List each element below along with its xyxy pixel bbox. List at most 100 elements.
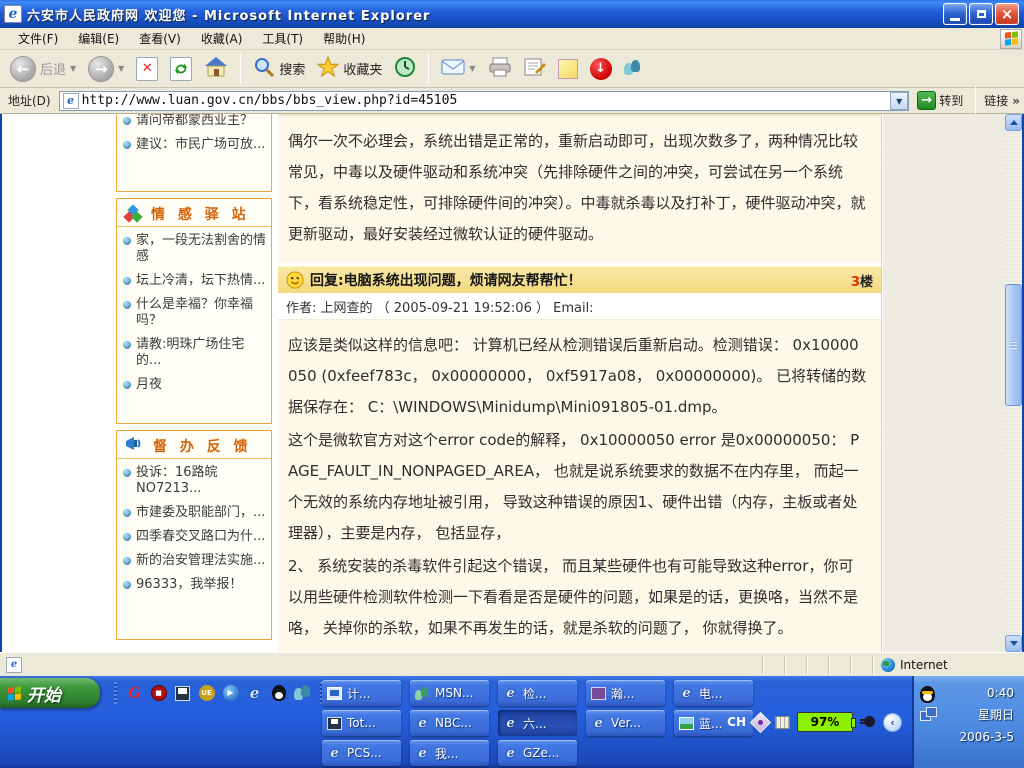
taskbar-window-button[interactable]: Tot... [322,710,401,736]
sidebar-item[interactable]: 请教:明珠广场住宅的... [117,333,271,373]
disk-icon[interactable] [174,685,191,702]
sidebar-item[interactable]: 请问帝都蒙西业主？ [117,114,271,133]
sidebar-item-label: 建议：市民广场可放... [136,137,265,153]
sidebar-item[interactable]: 坛上冷清，坛下热情... [117,269,271,293]
network-tray-icon[interactable] [920,707,936,721]
links-chevron-icon[interactable]: » [1012,94,1020,108]
stop-button[interactable]: ✕ [132,55,162,83]
vertical-scrollbar[interactable] [1005,114,1022,652]
battery-indicator[interactable]: 97% [797,712,853,732]
qq-tray-icon[interactable] [920,686,935,703]
sidebar-item[interactable]: 96333，我举报！ [117,573,271,597]
back-button[interactable]: ← 后退 ▼ [6,54,80,84]
sidebar-item[interactable]: 四季春交叉路口为什... [117,525,271,549]
ie-icon[interactable]: e [246,685,263,702]
stop-sign-icon[interactable]: ■ [150,685,167,702]
search-button[interactable]: 搜索 [249,54,309,84]
address-input[interactable] [82,93,891,108]
ie-icon: e [503,717,518,730]
restore-button[interactable] [969,3,993,25]
sidebar-item[interactable]: 建议：市民广场可放... [117,133,271,157]
taskbar-window-button[interactable]: e 电... [674,680,753,706]
bullet-icon [123,237,131,245]
forward-dropdown-icon: ▼ [118,64,124,73]
status-cell [850,656,872,674]
scrollbar-thumb[interactable] [1005,284,1022,406]
clock-panel[interactable]: 0:40 星期日 2006-3-5 [912,676,1024,768]
sidebar-item[interactable]: 新的治安管理法实施... [117,549,271,573]
menubar: 文件(F) 编辑(E) 查看(V) 收藏(A) 工具(T) 帮助(H) [0,28,1024,50]
bullet-icon [123,141,131,149]
toolbar: ← 后退 ▼ → ▼ ✕ 搜索 [0,50,1024,88]
taskbar-window-button[interactable]: e 检... [498,680,577,706]
menu-tools[interactable]: 工具(T) [252,28,313,49]
mail-button[interactable]: ▼ [437,56,479,82]
menu-file[interactable]: 文件(F) [8,28,68,49]
sidebar-item[interactable]: 家，一段无法割舍的情感 [117,229,271,269]
messenger-icon[interactable] [294,685,311,702]
menu-edit[interactable]: 编辑(E) [68,28,129,49]
sidebar-item[interactable]: 投诉：16路皖NO7213... [117,461,271,501]
favorites-button[interactable]: 收藏夹 [313,54,386,84]
post-body-floor2: 偶尔一次不必理会，系统出错是正常的，重新启动即可，出现次数多了，两种情况比较常见… [278,114,881,262]
taskbar-window-button[interactable]: e GZe... [498,740,577,766]
links-label[interactable]: 链接 [984,92,1008,109]
scroll-down-button[interactable] [1005,635,1022,652]
favorites-star-icon [317,56,339,82]
ultraedit-icon[interactable]: UE [198,685,215,702]
go-button[interactable]: → 转到 [913,91,967,110]
taskbar-window-button[interactable]: e PCS... [322,740,401,766]
menu-help[interactable]: 帮助(H) [313,28,375,49]
taskbar-window-button[interactable]: MSN... [410,680,489,706]
media-player-icon[interactable]: ▶ [222,685,239,702]
taskbar-window-button[interactable]: e 我... [410,740,489,766]
address-dropdown-button[interactable]: ▼ [890,92,908,110]
sidebar-item[interactable]: 月夜 [117,373,271,397]
status-cell [806,656,828,674]
status-cell [828,656,850,674]
home-button[interactable] [200,54,232,84]
bullet-icon [123,301,131,309]
security-zone-indicator: Internet [872,656,1022,674]
menu-favorites[interactable]: 收藏(A) [191,28,253,49]
sidebar-item[interactable]: 什么是幸福？你幸福吗？ [117,293,271,333]
history-button[interactable] [390,54,420,84]
red-g-icon[interactable]: G [126,685,143,702]
messenger-button[interactable] [620,58,645,79]
ie-icon: e [591,717,606,730]
download-button[interactable]: ↓ [586,56,616,82]
post-header-floor3: 回复:电脑系统出现问题，烦请网友帮帮忙！ 3楼 [278,266,881,293]
taskbar-window-button-active[interactable]: e 六... [498,710,577,736]
language-indicator[interactable]: CH [727,715,746,729]
keyboard-icon[interactable] [775,716,790,729]
ie-icon: e [503,747,518,760]
qq-icon[interactable] [270,685,287,702]
taskbar-window-button[interactable]: e Ver... [586,710,665,736]
floor-badge: 3楼 [851,271,873,290]
sidebar-item-label: 投诉：16路皖NO7213... [136,465,269,497]
taskbar-window-button[interactable]: 瀚... [586,680,665,706]
quick-launch-handle[interactable] [114,682,117,704]
address-field: e ▼ [59,91,910,111]
forward-button[interactable]: → ▼ [84,54,128,84]
menu-view[interactable]: 查看(V) [129,28,191,49]
taskbar-window-button[interactable]: e NBC... [410,710,489,736]
clock-weekday: 星期日 [978,708,1014,722]
msn-messenger-icon [415,687,430,700]
browser-viewport: 请问帝都蒙西业主？ 建议：市民广场可放... 情 感 驿 站 [0,114,1024,652]
scroll-up-icon [1010,120,1018,125]
ie-icon: e [415,747,430,760]
close-button[interactable]: × [995,3,1019,25]
tray-collapse-button[interactable]: ‹ [883,713,902,732]
sidebar-item[interactable]: 市建委及职能部门，... [117,501,271,525]
notes-button[interactable] [554,57,582,81]
edit-button[interactable] [520,55,550,83]
refresh-button[interactable] [166,55,196,83]
scroll-up-button[interactable] [1005,114,1022,131]
start-button[interactable]: 开始 [0,678,100,708]
input-method-icon[interactable] [750,711,771,732]
power-plug-icon[interactable] [860,715,876,729]
minimize-button[interactable] [943,3,967,25]
print-button[interactable] [484,55,516,83]
taskbar-window-button[interactable]: 计... [322,680,401,706]
